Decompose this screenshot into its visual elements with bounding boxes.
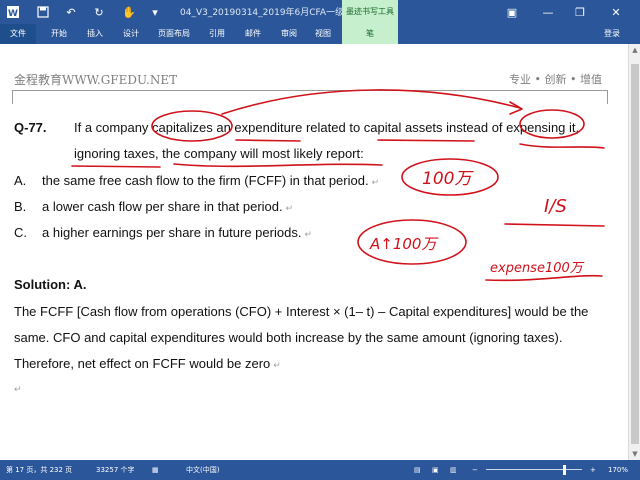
proofing-icon[interactable]: ▦ xyxy=(152,460,159,480)
tab-layout[interactable]: 页面布局 xyxy=(152,24,196,44)
ribbon-tabs: 文件 开始 插入 设计 页面布局 引用 邮件 审阅 视图 笔 登录 xyxy=(0,24,640,44)
zoom-level[interactable]: 170% xyxy=(608,460,628,480)
customize-qat-icon[interactable]: ▾ xyxy=(148,3,162,21)
undo-icon[interactable]: ↶ xyxy=(62,3,80,21)
ink-underline-ignoring-taxes xyxy=(71,165,161,168)
minimize-icon[interactable]: — xyxy=(536,2,560,22)
ink-circle-capitalizes xyxy=(151,110,233,142)
svg-text:W: W xyxy=(8,9,18,19)
tab-view[interactable]: 视图 xyxy=(308,24,338,44)
touch-mode-icon[interactable]: ✋ xyxy=(118,3,140,21)
zoom-slider-thumb[interactable] xyxy=(563,465,566,475)
ink-arrowhead xyxy=(509,101,523,115)
ribbon-display-icon[interactable]: ▣ xyxy=(500,2,524,22)
zoom-out-icon[interactable]: − xyxy=(472,460,478,480)
zoom-in-icon[interactable]: + xyxy=(590,460,596,480)
ink-note-a: 100万 xyxy=(422,169,474,189)
tab-mailings[interactable]: 邮件 xyxy=(238,24,268,44)
word-count[interactable]: 33257 个字 xyxy=(96,460,135,480)
signin-link[interactable]: 登录 xyxy=(604,24,620,44)
ink-line-is-note xyxy=(504,223,605,227)
ink-underline-capital-assets xyxy=(377,139,475,142)
title-bar: W ↶ ↻ ✋ ▾ 04_V3_20190314_2019年6月CFA一级百题预… xyxy=(0,0,640,24)
document-page[interactable]: 金程教育WWW.GFEDU.NET 专业 • 创新 • 增值 Q-77. If … xyxy=(0,44,628,460)
tab-insert[interactable]: 插入 xyxy=(80,24,110,44)
save-icon[interactable] xyxy=(34,3,52,21)
status-bar: 第 17 页，共 232 页 33257 个字 ▦ 中文(中国) ▤ ▣ ▥ −… xyxy=(0,460,640,480)
zoom-slider-track[interactable] xyxy=(486,469,582,470)
web-layout-icon[interactable]: ▥ xyxy=(450,460,457,480)
vertical-scrollbar[interactable]: ▲ ▼ xyxy=(628,44,640,460)
language[interactable]: 中文(中国) xyxy=(186,460,219,480)
tab-file[interactable]: 文件 xyxy=(0,24,36,44)
document-area: 金程教育WWW.GFEDU.NET 专业 • 创新 • 增值 Q-77. If … xyxy=(0,44,628,460)
ink-note-expense: expense100万 xyxy=(490,261,585,276)
read-mode-icon[interactable]: ▤ xyxy=(414,460,421,480)
word-window: W ↶ ↻ ✋ ▾ 04_V3_20190314_2019年6月CFA一级百题预… xyxy=(0,0,640,480)
scroll-thumb[interactable] xyxy=(631,64,639,444)
close-icon[interactable]: ✕ xyxy=(604,2,628,22)
ink-underline-expense-note xyxy=(485,274,603,282)
tab-pen[interactable]: 笔 xyxy=(342,24,398,44)
ink-note-is: I/S xyxy=(544,196,567,217)
tab-references[interactable]: 引用 xyxy=(202,24,232,44)
redo-icon[interactable]: ↻ xyxy=(90,3,108,21)
restore-icon[interactable]: ❐ xyxy=(568,2,592,22)
scroll-up-icon[interactable]: ▲ xyxy=(629,44,640,56)
ink-underline-report xyxy=(173,163,383,168)
scroll-down-icon[interactable]: ▼ xyxy=(629,448,640,460)
ink-underline-expenditure xyxy=(235,139,301,142)
tab-review[interactable]: 审阅 xyxy=(274,24,304,44)
ink-note-c: A↑100万 xyxy=(369,235,438,253)
ink-annotations: 100万 I/S A↑100万 expense100万 xyxy=(71,89,605,282)
ink-circle-expensing xyxy=(519,109,585,139)
ink-underline-expensing xyxy=(519,143,605,149)
page-count[interactable]: 第 17 页，共 232 页 xyxy=(6,460,72,480)
context-tab-label: 墨迹书写工具 xyxy=(342,0,398,24)
tab-design[interactable]: 设计 xyxy=(116,24,146,44)
word-logo-icon: W xyxy=(4,3,22,21)
print-layout-icon[interactable]: ▣ xyxy=(432,460,439,480)
tab-home[interactable]: 开始 xyxy=(44,24,74,44)
ink-arrow-curve xyxy=(221,89,521,115)
